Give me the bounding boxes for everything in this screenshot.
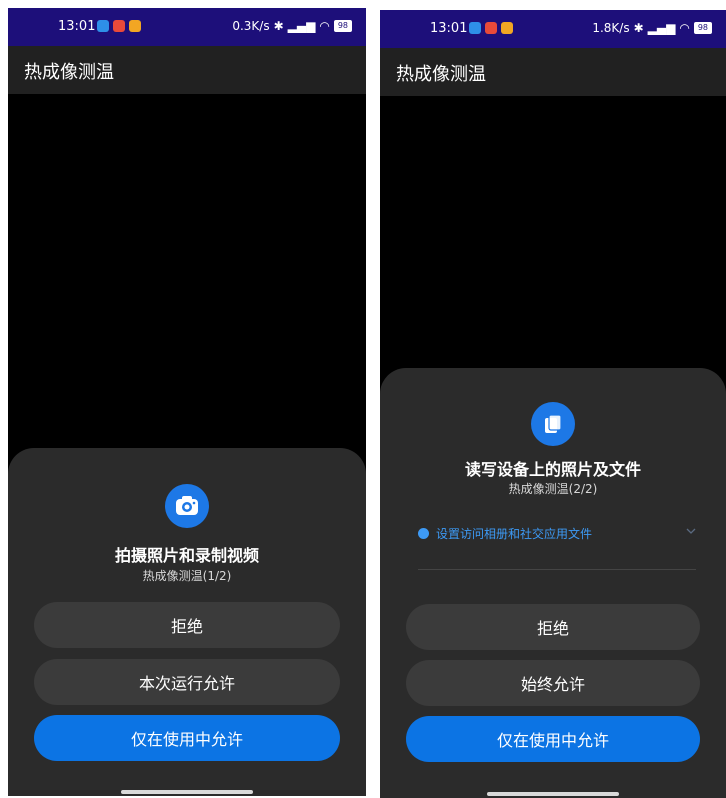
app-notification-icon <box>501 22 513 34</box>
app-bar: 热成像测温 <box>8 46 366 94</box>
divider <box>418 569 696 570</box>
phone-screen-left: 13:01 0.3K/s ✱ ▂▄▆ ◠ 98 热成像测温 拍摄照片和录制视频 <box>8 8 366 796</box>
files-icon <box>531 402 575 446</box>
battery-icon: 98 <box>693 22 712 34</box>
status-bar: 13:01 0.3K/s ✱ ▂▄▆ ◠ 98 <box>8 8 366 46</box>
wifi-icon: ◠ <box>679 21 690 35</box>
allow-while-using-button[interactable]: 仅在使用中允许 <box>406 716 700 762</box>
status-bar: 13:01 1.8K/s ✱ ▂▄▆ ◠ 98 <box>380 10 726 48</box>
dialog-title: 读写设备上的照片及文件 <box>464 460 641 479</box>
network-speed: 0.3K/s <box>232 19 270 33</box>
notification-icons <box>469 22 513 34</box>
allow-once-button[interactable]: 本次运行允许 <box>34 659 340 705</box>
always-allow-button[interactable]: 始终允许 <box>406 660 700 706</box>
status-right: 0.3K/s ✱ ▂▄▆ ◠ 98 <box>232 19 352 33</box>
network-speed: 1.8K/s <box>592 21 630 35</box>
dialog-title: 拍摄照片和录制视频 <box>114 546 259 565</box>
phone-screen-right: 13:01 1.8K/s ✱ ▂▄▆ ◠ 98 热成像测温 读写设备上的照片及文… <box>380 10 726 798</box>
bluetooth-icon: ✱ <box>273 19 284 33</box>
home-indicator[interactable] <box>121 790 253 794</box>
chevron-down-icon <box>686 525 696 539</box>
deny-button[interactable]: 拒绝 <box>406 604 700 650</box>
deny-button[interactable]: 拒绝 <box>34 602 340 648</box>
media-access-link[interactable]: 设置访问相册和社交应用文件 <box>418 522 696 544</box>
home-indicator[interactable] <box>487 792 619 796</box>
status-right: 1.8K/s ✱ ▂▄▆ ◠ 98 <box>592 21 712 35</box>
bluetooth-icon: ✱ <box>633 21 644 35</box>
app-notification-icon <box>113 20 125 32</box>
app-notification-icon <box>129 20 141 32</box>
permission-dialog: 拍摄照片和录制视频 热成像测温(1/2) 拒绝 本次运行允许 仅在使用中允许 <box>8 448 366 796</box>
status-time: 13:01 <box>430 21 468 36</box>
app-notification-icon <box>97 20 109 32</box>
app-title: 热成像测温 <box>24 62 114 83</box>
dialog-subtitle: 热成像测温(2/2) <box>508 482 598 496</box>
signal-icon: ▂▄▆ <box>647 21 676 35</box>
permission-dialog: 读写设备上的照片及文件 热成像测温(2/2) 设置访问相册和社交应用文件 拒绝 … <box>380 368 726 798</box>
dialog-subtitle: 热成像测温(1/2) <box>142 569 232 583</box>
wifi-icon: ◠ <box>319 19 330 33</box>
signal-icon: ▂▄▆ <box>287 19 316 33</box>
media-access-label: 设置访问相册和社交应用文件 <box>436 526 593 541</box>
app-notification-icon <box>485 22 497 34</box>
info-icon <box>418 527 429 539</box>
app-notification-icon <box>469 22 481 34</box>
app-title: 热成像测温 <box>396 64 486 85</box>
status-time: 13:01 <box>58 19 96 34</box>
camera-icon <box>165 484 209 528</box>
notification-icons <box>97 20 141 32</box>
app-bar: 热成像测温 <box>380 48 726 96</box>
allow-while-using-button[interactable]: 仅在使用中允许 <box>34 715 340 761</box>
battery-icon: 98 <box>333 20 352 32</box>
